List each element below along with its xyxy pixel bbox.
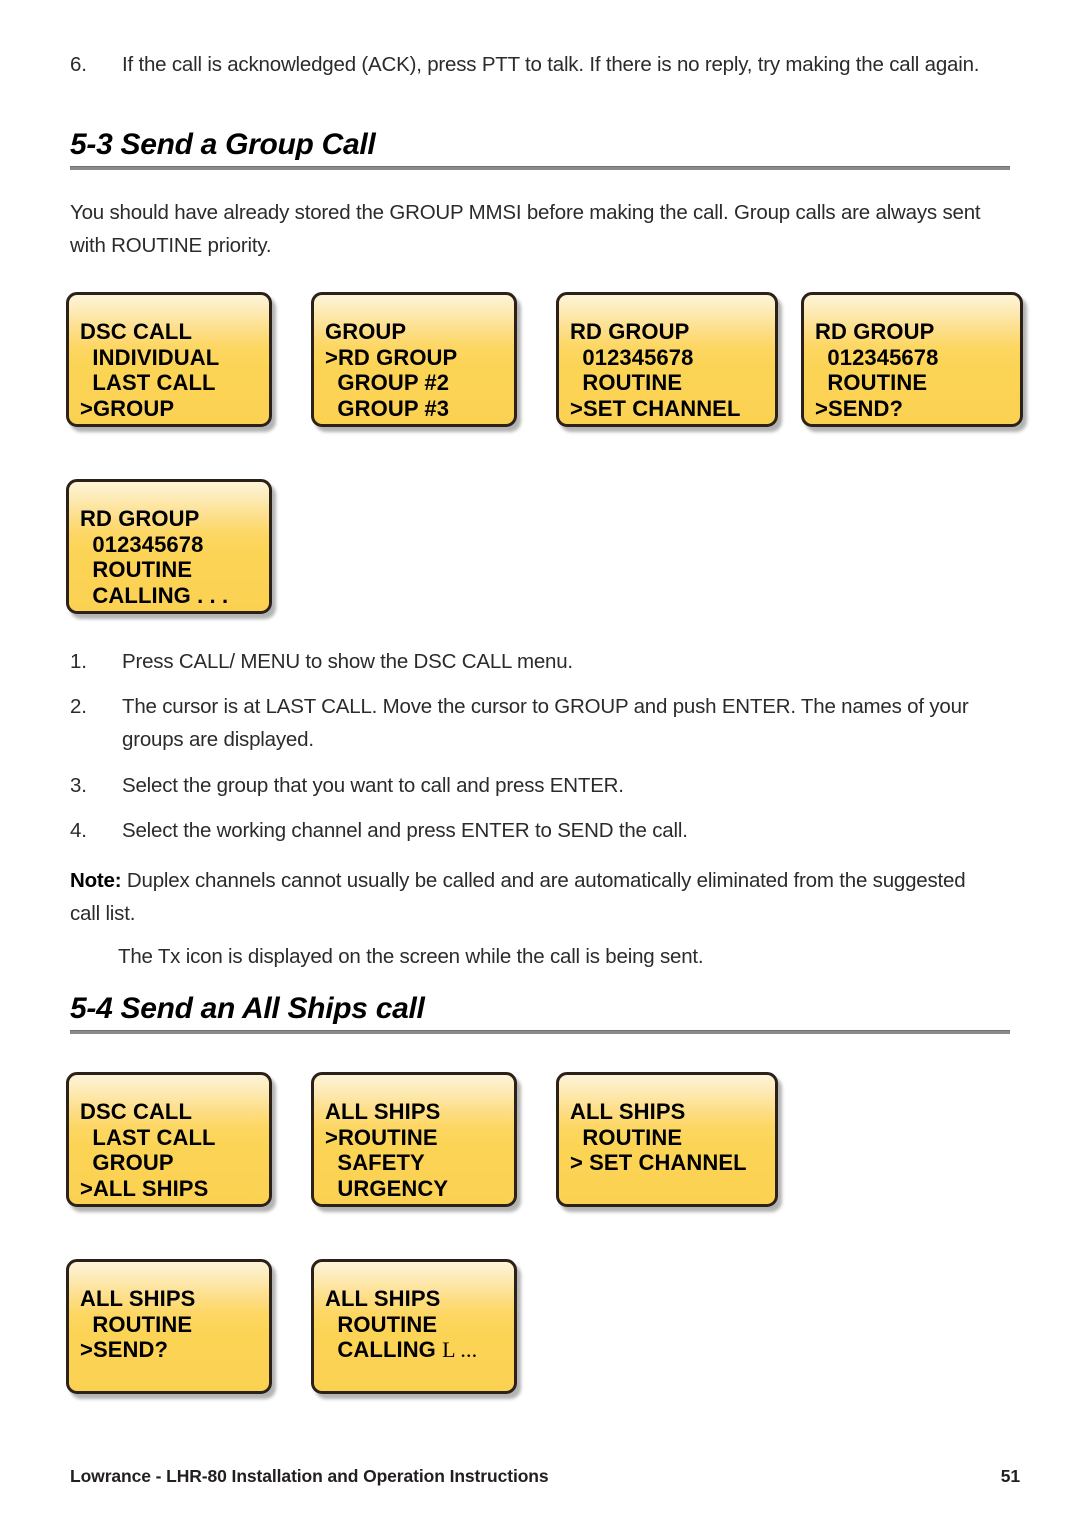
screen-line: RD GROUP bbox=[815, 319, 935, 344]
step-number: 2. bbox=[70, 695, 87, 718]
screen-lines: ALL SHIPS ROUTINE CALLING L ... bbox=[325, 1286, 510, 1363]
footer-page-number: 51 bbox=[1000, 1466, 1020, 1486]
step-text: Press CALL/ MENU to show the DSC CALL me… bbox=[122, 650, 573, 673]
screen-all-ships-set-channel: ALL SHIPS ROUTINE > SET CHANNEL bbox=[556, 1072, 778, 1207]
screen-line: RD GROUP bbox=[80, 506, 200, 531]
screen-line: >SEND? bbox=[80, 1337, 169, 1362]
screen-lines: DSC CALL INDIVIDUAL LAST CALL >GROUP bbox=[80, 319, 265, 421]
step-4: 4. Select the working channel and press … bbox=[70, 814, 1020, 847]
screen-line: DSC CALL bbox=[80, 1099, 193, 1124]
screen-line: >SET CHANNEL bbox=[570, 395, 741, 421]
heading-rule bbox=[70, 166, 1010, 170]
note-followup: The Tx icon is displayed on the screen w… bbox=[118, 945, 704, 968]
screen-rd-group-calling: RD GROUP 012345678 ROUTINE CALLING . . . bbox=[66, 479, 272, 614]
step-1: 1. Press CALL/ MENU to show the DSC CALL… bbox=[70, 645, 1020, 678]
screen-group-list: GROUP >RD GROUP GROUP #2 GROUP #3 bbox=[311, 292, 517, 427]
screen-line: ROUTINE bbox=[570, 1124, 683, 1150]
screen-all-ships-priority: ALL SHIPS >ROUTINE SAFETY URGENCY bbox=[311, 1072, 517, 1207]
note-block: Note: Duplex channels cannot usually be … bbox=[70, 864, 1000, 930]
heading-5-4: 5-4 Send an All Ships call bbox=[70, 992, 1010, 1034]
screen-line: GROUP bbox=[325, 319, 407, 344]
screen-line-calling-text: CALLING bbox=[325, 1337, 443, 1362]
screen-all-ships-calling: ALL SHIPS ROUTINE CALLING L ... bbox=[311, 1259, 517, 1394]
note-label: Note: bbox=[70, 869, 122, 892]
screen-line: 012345678 bbox=[815, 344, 939, 370]
note-text: Duplex channels cannot usually be called… bbox=[70, 869, 966, 925]
screen-line: ALL SHIPS bbox=[325, 1286, 441, 1311]
screen-lines: RD GROUP 012345678 ROUTINE >SEND? bbox=[815, 319, 1016, 421]
screen-dsc-call-menu: DSC CALL INDIVIDUAL LAST CALL >GROUP bbox=[66, 292, 272, 427]
document-page: 6. If the call is acknowledged (ACK), pr… bbox=[0, 0, 1080, 1523]
footer-title: Lowrance - LHR-80 Installation and Opera… bbox=[70, 1466, 549, 1486]
heading-5-3: 5-3 Send a Group Call bbox=[70, 128, 1010, 170]
screen-line: >RD GROUP bbox=[325, 344, 458, 370]
screen-line: >ALL SHIPS bbox=[80, 1175, 209, 1201]
heading-5-4-text: 5-4 Send an All Ships call bbox=[70, 992, 425, 1025]
step-text: Select the group that you want to call a… bbox=[122, 774, 624, 797]
heading-5-3-text: 5-3 Send a Group Call bbox=[70, 128, 376, 161]
screen-line-calling: CALLING L ... bbox=[325, 1337, 510, 1363]
screen-line: > SET CHANNEL bbox=[570, 1150, 747, 1175]
step-number: 3. bbox=[70, 774, 87, 797]
screen-line: 012345678 bbox=[570, 344, 694, 370]
screen-lines: RD GROUP 012345678 ROUTINE CALLING . . . bbox=[80, 506, 265, 608]
step-3: 3. Select the group that you want to cal… bbox=[70, 769, 1020, 802]
screen-line: RD GROUP bbox=[570, 319, 690, 344]
screen-line: GROUP bbox=[80, 1150, 174, 1175]
screen-line: ROUTINE bbox=[815, 370, 928, 395]
screen-lines: ALL SHIPS ROUTINE >SEND? bbox=[80, 1286, 265, 1363]
screen-line: GROUP #3 bbox=[325, 395, 450, 421]
screen-line: ALL SHIPS bbox=[80, 1286, 196, 1311]
screen-line: ROUTINE bbox=[80, 1311, 193, 1337]
screen-line: >SEND? bbox=[815, 395, 904, 421]
screen-lines: DSC CALL LAST CALL GROUP >ALL SHIPS bbox=[80, 1099, 265, 1201]
screen-line: CALLING . . . bbox=[80, 582, 229, 608]
step-text: The cursor is at LAST CALL. Move the cur… bbox=[122, 695, 969, 751]
screen-line: LAST CALL bbox=[80, 1124, 216, 1150]
screen-line: URGENCY bbox=[325, 1175, 449, 1201]
step-number: 4. bbox=[70, 819, 87, 842]
screen-all-ships-send: ALL SHIPS ROUTINE >SEND? bbox=[66, 1259, 272, 1394]
screen-lines: ALL SHIPS >ROUTINE SAFETY URGENCY bbox=[325, 1099, 510, 1201]
group-intro-paragraph: You should have already stored the GROUP… bbox=[70, 201, 981, 257]
list-item-text: If the call is acknowledged (ACK), press… bbox=[122, 53, 980, 76]
screen-line: ROUTINE bbox=[325, 1311, 438, 1337]
screen-line-calling-suffix: L ... bbox=[442, 1337, 478, 1362]
screen-rd-group-set-channel: RD GROUP 012345678 ROUTINE >SET CHANNEL bbox=[556, 292, 778, 427]
screen-lines: ALL SHIPS ROUTINE > SET CHANNEL bbox=[570, 1099, 771, 1176]
list-item-6: 6. If the call is acknowledged (ACK), pr… bbox=[70, 48, 1020, 81]
list-item-number: 6. bbox=[70, 53, 87, 76]
screen-line: ALL SHIPS bbox=[325, 1099, 441, 1124]
screen-line: LAST CALL bbox=[80, 370, 216, 395]
screen-line: ALL SHIPS bbox=[570, 1099, 686, 1124]
screen-line: 012345678 bbox=[80, 531, 204, 557]
screen-rd-group-send: RD GROUP 012345678 ROUTINE >SEND? bbox=[801, 292, 1023, 427]
screen-line: ROUTINE bbox=[80, 557, 193, 582]
screen-line: ROUTINE bbox=[570, 370, 683, 395]
screen-dsc-call-menu-all-ships: DSC CALL LAST CALL GROUP >ALL SHIPS bbox=[66, 1072, 272, 1207]
heading-rule bbox=[70, 1030, 1010, 1034]
screen-line: INDIVIDUAL bbox=[80, 344, 220, 370]
step-2: 2. The cursor is at LAST CALL. Move the … bbox=[70, 690, 1020, 756]
screen-line: SAFETY bbox=[325, 1150, 425, 1175]
screen-lines: RD GROUP 012345678 ROUTINE >SET CHANNEL bbox=[570, 319, 771, 421]
screen-line: DSC CALL bbox=[80, 319, 193, 344]
screen-line: >GROUP bbox=[80, 395, 175, 421]
screen-line: GROUP #2 bbox=[325, 370, 450, 395]
page-footer: Lowrance - LHR-80 Installation and Opera… bbox=[70, 1466, 1020, 1487]
screen-line: >ROUTINE bbox=[325, 1124, 438, 1150]
step-text: Select the working channel and press ENT… bbox=[122, 819, 688, 842]
step-number: 1. bbox=[70, 650, 87, 673]
screen-lines: GROUP >RD GROUP GROUP #2 GROUP #3 bbox=[325, 319, 510, 421]
